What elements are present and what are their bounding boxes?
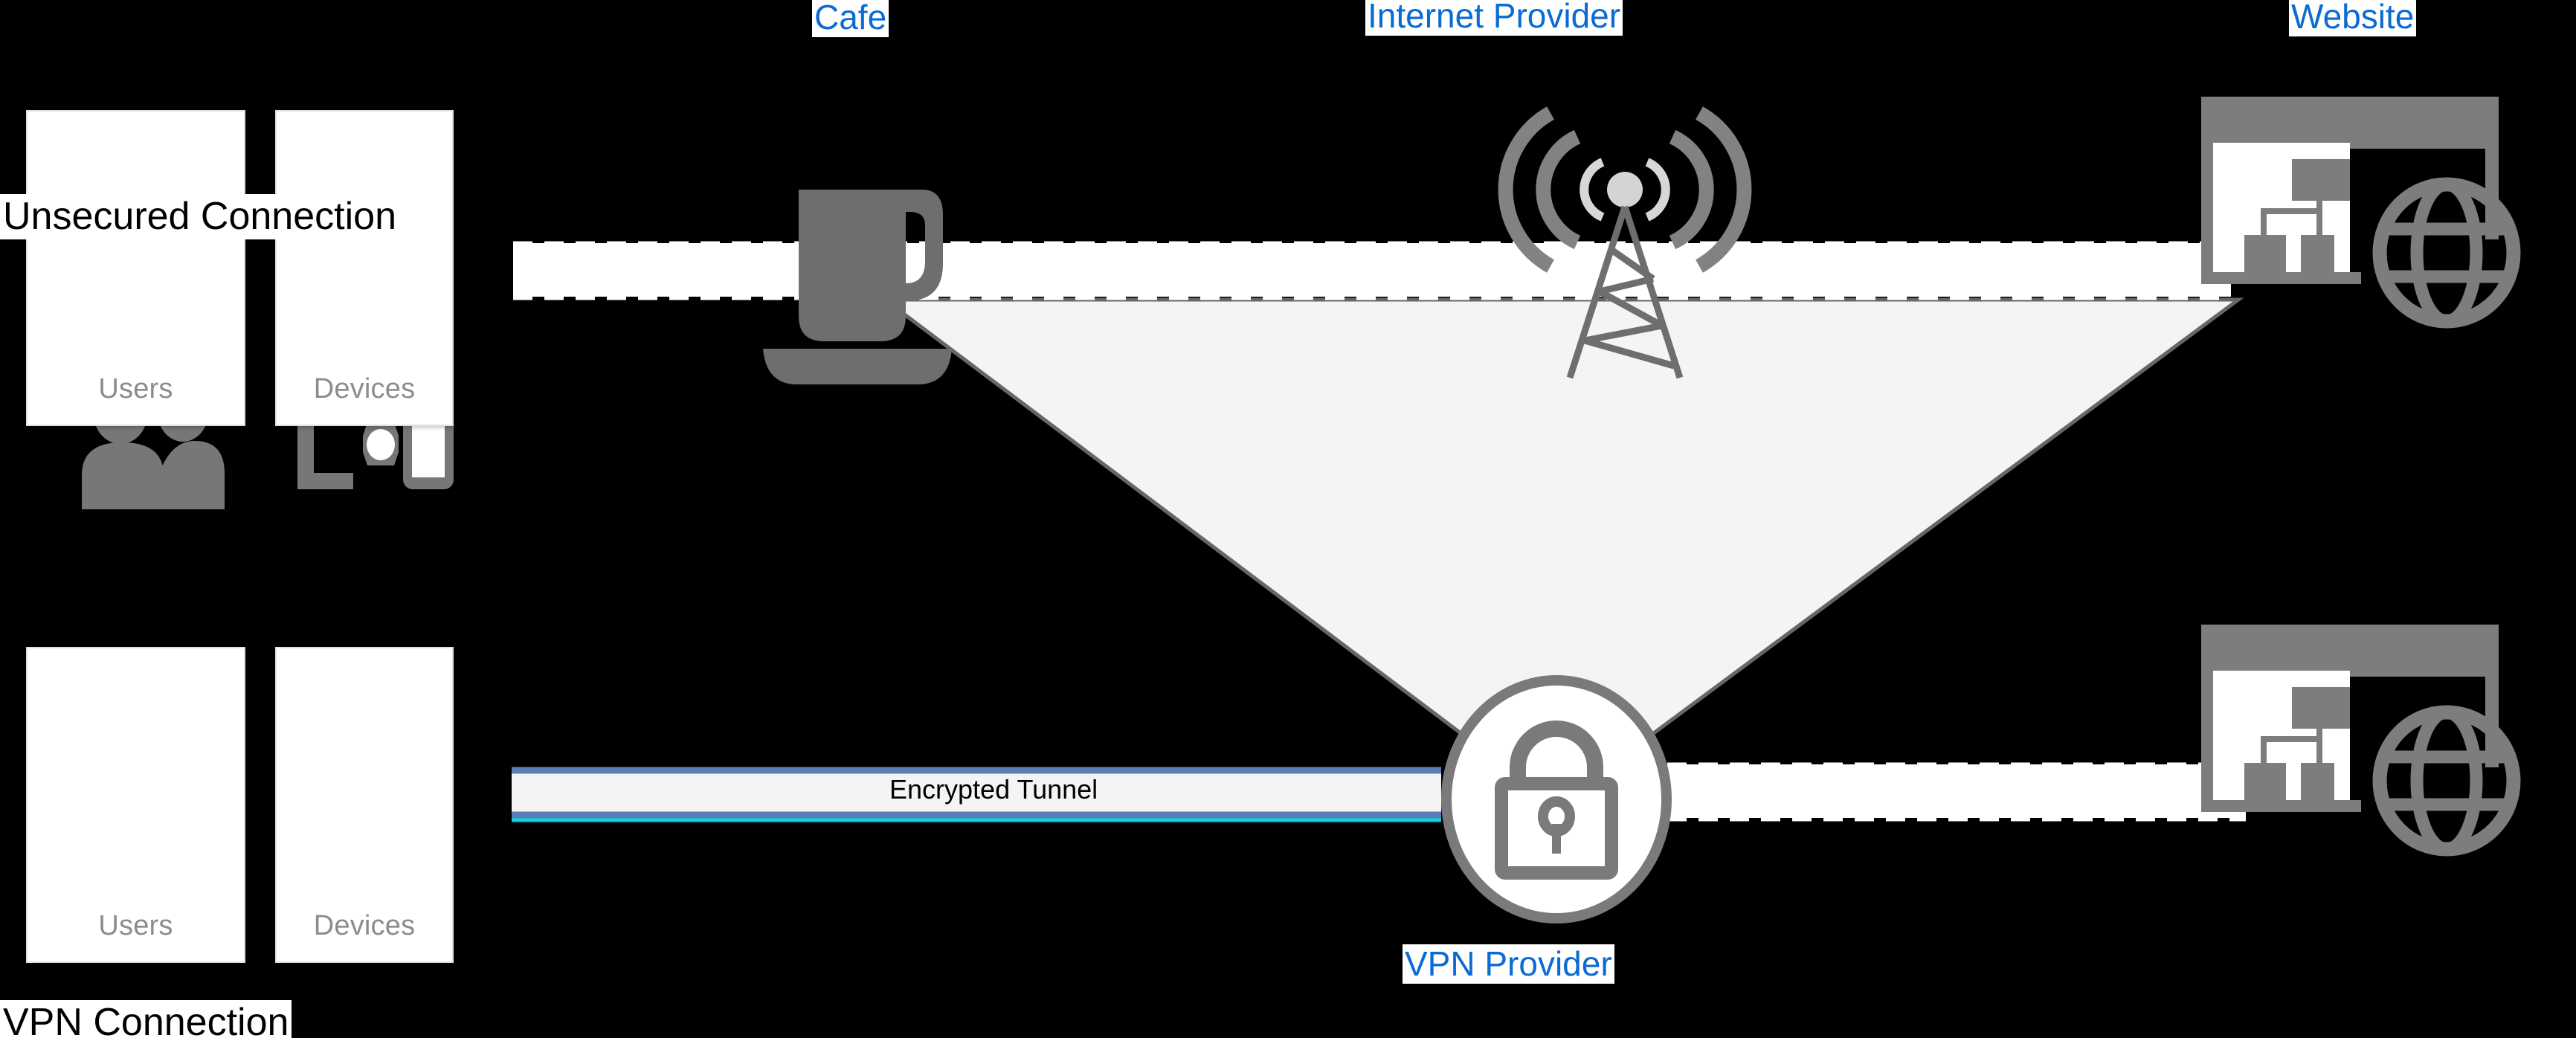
label-encrypted-tunnel: Encrypted Tunnel [889,774,1098,805]
node-devices-label: Devices [313,910,416,941]
label-internet-provider: Internet Provider [1365,0,1623,36]
browser-globe-icon-top [2201,97,2514,321]
browser-globe-icon-bottom [2201,625,2514,849]
node-devices-label: Devices [313,373,416,404]
label-vpn-provider: VPN Provider [1403,944,1614,984]
vpn-path-band [1636,764,2246,818]
caption-unsecured-connection: Unsecured Connection [0,194,399,240]
node-users-label: Users [98,910,173,941]
node-users-label: Users [98,373,173,404]
label-website: Website [2289,0,2417,36]
node-devices-vpn[interactable]: Devices [275,647,454,963]
label-cafe: Cafe [812,0,889,37]
node-users-vpn[interactable]: Users [26,647,245,963]
diagram-canvas: Users Devices Users Devices Cafe Interne… [0,0,2576,1038]
node-users-unsecured[interactable]: Users [26,110,245,426]
padlock-icon[interactable] [1441,675,1672,923]
caption-vpn-connection: VPN Connection [0,1000,292,1038]
unsecured-path-band [513,243,2231,297]
node-devices-unsecured[interactable]: Devices [275,110,454,426]
